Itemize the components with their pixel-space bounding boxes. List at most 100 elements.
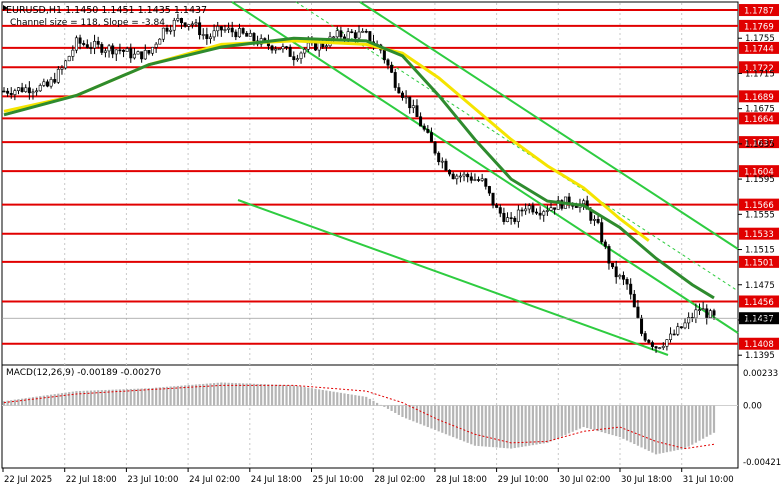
- candle-body: [502, 212, 506, 222]
- candle-body: [495, 204, 499, 208]
- candle-body: [491, 192, 495, 206]
- candle-body: [270, 45, 274, 51]
- price-tick-label: 1.1395: [745, 351, 775, 361]
- time-label: 24 Jul 18:00: [251, 475, 302, 485]
- candle-body: [339, 30, 343, 38]
- candle-body: [9, 93, 13, 95]
- price-scale[interactable]: 1.1755 1.1715 1.1675 1.1635 1.1595 1.1555 1.15…: [738, 34, 775, 361]
- candle-body: [122, 49, 126, 52]
- candle-body: [172, 19, 176, 31]
- candle-body: [303, 49, 307, 54]
- candle-body: [82, 43, 86, 45]
- candle-body: [643, 333, 647, 341]
- candle-body: [53, 79, 57, 83]
- candle-body: [437, 152, 441, 163]
- candle-body: [549, 207, 553, 211]
- candle-body: [400, 92, 404, 98]
- candle-body: [650, 342, 654, 347]
- candle-body: [440, 160, 444, 163]
- candle-body: [190, 23, 194, 26]
- candle-body: [625, 279, 629, 285]
- candle-body: [198, 22, 202, 36]
- candle-body: [140, 51, 144, 60]
- support-resistance-levels: 1.17871.17691.17441.17221.16891.16641.16…: [2, 4, 779, 350]
- candle-body: [89, 47, 93, 49]
- candle-body: [49, 79, 53, 87]
- macd-scale-label: 0.00: [743, 401, 762, 411]
- candle-body: [538, 212, 542, 216]
- candle-body: [24, 87, 28, 92]
- candle-body: [520, 209, 524, 212]
- candle-body: [132, 53, 136, 59]
- candle-body: [281, 46, 285, 50]
- time-label: 30 Jul 18:00: [621, 475, 672, 485]
- candle-body: [404, 96, 408, 99]
- candle-body: [64, 60, 68, 69]
- candle-body: [451, 173, 455, 180]
- candle-body: [513, 217, 517, 222]
- time-label: 31 Jul 10:00: [683, 475, 734, 485]
- candle-body: [216, 26, 220, 32]
- price-tick-label: 1.1595: [745, 175, 775, 185]
- candle-body: [600, 222, 604, 243]
- candle-body: [698, 309, 702, 311]
- chart-canvas[interactable]: 1.17871.17691.17441.17221.16891.16641.16…: [0, 0, 781, 489]
- candle-body: [154, 43, 158, 48]
- candle-body: [93, 41, 97, 49]
- candle-body: [462, 173, 466, 177]
- candle-body: [42, 81, 46, 86]
- level-price-label: 1.1408: [744, 340, 774, 350]
- candle-body: [618, 275, 622, 278]
- level-price-label: 1.1456: [744, 298, 774, 308]
- candle-body: [527, 205, 531, 210]
- price-tick-label: 1.1715: [745, 69, 775, 79]
- candle-body: [67, 56, 71, 62]
- candle-body: [45, 81, 49, 87]
- candle-body: [205, 34, 209, 39]
- candle-body: [574, 205, 578, 208]
- time-label: 25 Jul 10:00: [313, 475, 364, 485]
- candle-body: [346, 31, 350, 39]
- candle-body: [274, 48, 278, 51]
- candle-body: [390, 64, 394, 73]
- macd-scale-label: 0.00233: [743, 369, 778, 379]
- candle-body: [2, 90, 6, 93]
- candle-body: [415, 105, 419, 118]
- candle-body: [477, 179, 481, 181]
- candle-body: [71, 49, 75, 57]
- candle-body: [679, 326, 683, 329]
- macd-scale-label: -0.00421: [743, 458, 781, 468]
- price-tick-label: 1.1755: [745, 34, 775, 44]
- candle-body: [288, 46, 292, 57]
- candle-body: [38, 85, 42, 92]
- candle-body: [332, 36, 336, 39]
- candle-body: [158, 38, 162, 45]
- time-axis[interactable]: 22 Jul 2025 22 Jul 18:00 23 Jul 10:00 24 Ju…: [2, 468, 734, 485]
- candle-body: [234, 31, 238, 38]
- candle-body: [640, 317, 644, 334]
- candle-body: [629, 283, 633, 295]
- candle-body: [147, 50, 151, 54]
- candle-body: [361, 30, 365, 33]
- candle-body: [534, 211, 538, 214]
- candle-body: [295, 58, 299, 61]
- candle-body: [408, 96, 412, 109]
- channel-info-text: Channel size = 118, Slope = -3.84: [10, 18, 165, 28]
- level-price-label: 1.1689: [744, 93, 774, 103]
- level-price-label: 1.1769: [744, 22, 774, 32]
- candle-body: [592, 218, 596, 221]
- price-tick-label: 1.1675: [745, 105, 775, 115]
- candle-body: [422, 125, 426, 130]
- candle-body: [13, 90, 17, 95]
- candle-body: [661, 345, 665, 348]
- candle-body: [31, 91, 35, 94]
- candle-body: [227, 27, 231, 30]
- candle-body: [636, 306, 640, 319]
- candle-body: [607, 246, 611, 264]
- chart-window[interactable]: 1.1787 1.1769 1.1744 1.1722 1.1689 1.1664 1.16…: [0, 0, 781, 489]
- candle-body: [343, 36, 347, 39]
- candle-body: [669, 333, 673, 340]
- candle-body: [6, 90, 10, 94]
- candle-body: [357, 31, 361, 39]
- candle-body: [448, 169, 452, 175]
